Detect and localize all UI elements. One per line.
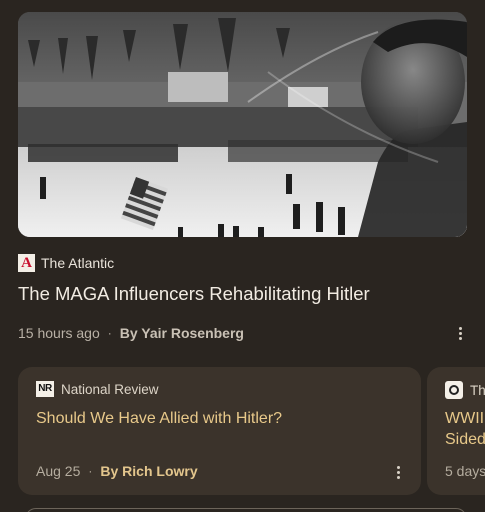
card-publisher: The — [445, 381, 485, 399]
more-vert-icon[interactable] — [450, 321, 470, 345]
card-title[interactable]: WWII Sided — [445, 408, 485, 450]
card-date: 5 days — [445, 463, 485, 479]
card-publisher-name: The — [470, 382, 485, 398]
card-publisher: NR National Review — [36, 381, 159, 397]
publisher-logo-icon — [445, 381, 463, 399]
main-publisher[interactable]: A The Atlantic — [18, 254, 114, 272]
meta-separator: · — [107, 326, 112, 340]
article-time: 15 hours ago — [18, 325, 100, 341]
more-vert-icon[interactable] — [388, 460, 408, 484]
card-date: Aug 25 — [36, 463, 81, 479]
main-headline[interactable]: The MAGA Influencers Rehabilitating Hitl… — [18, 283, 370, 305]
national-review-logo-icon: NR — [36, 381, 54, 397]
card-publisher-name: National Review — [61, 381, 159, 397]
main-article-meta: 15 hours ago · By Yair Rosenberg — [18, 325, 244, 341]
card-title[interactable]: Should We Have Allied with Hitler? — [36, 408, 282, 429]
historical-photo — [18, 12, 467, 237]
card-author: By Rich Lowry — [100, 463, 198, 479]
card-meta: 5 days — [445, 463, 485, 479]
hero-image[interactable] — [18, 12, 467, 237]
atlantic-logo-icon: A — [18, 254, 35, 272]
bottom-button-partial[interactable] — [25, 508, 467, 512]
publisher-name: The Atlantic — [41, 255, 115, 271]
article-author: By Yair Rosenberg — [119, 325, 244, 341]
news-feed: A The Atlantic The MAGA Influencers Reha… — [0, 0, 485, 512]
related-article-card[interactable]: The WWII Sided 5 days — [427, 367, 485, 495]
related-article-card[interactable]: NR National Review Should We Have Allied… — [18, 367, 421, 495]
meta-separator: · — [88, 464, 93, 478]
card-meta: Aug 25 · By Rich Lowry — [36, 463, 198, 479]
